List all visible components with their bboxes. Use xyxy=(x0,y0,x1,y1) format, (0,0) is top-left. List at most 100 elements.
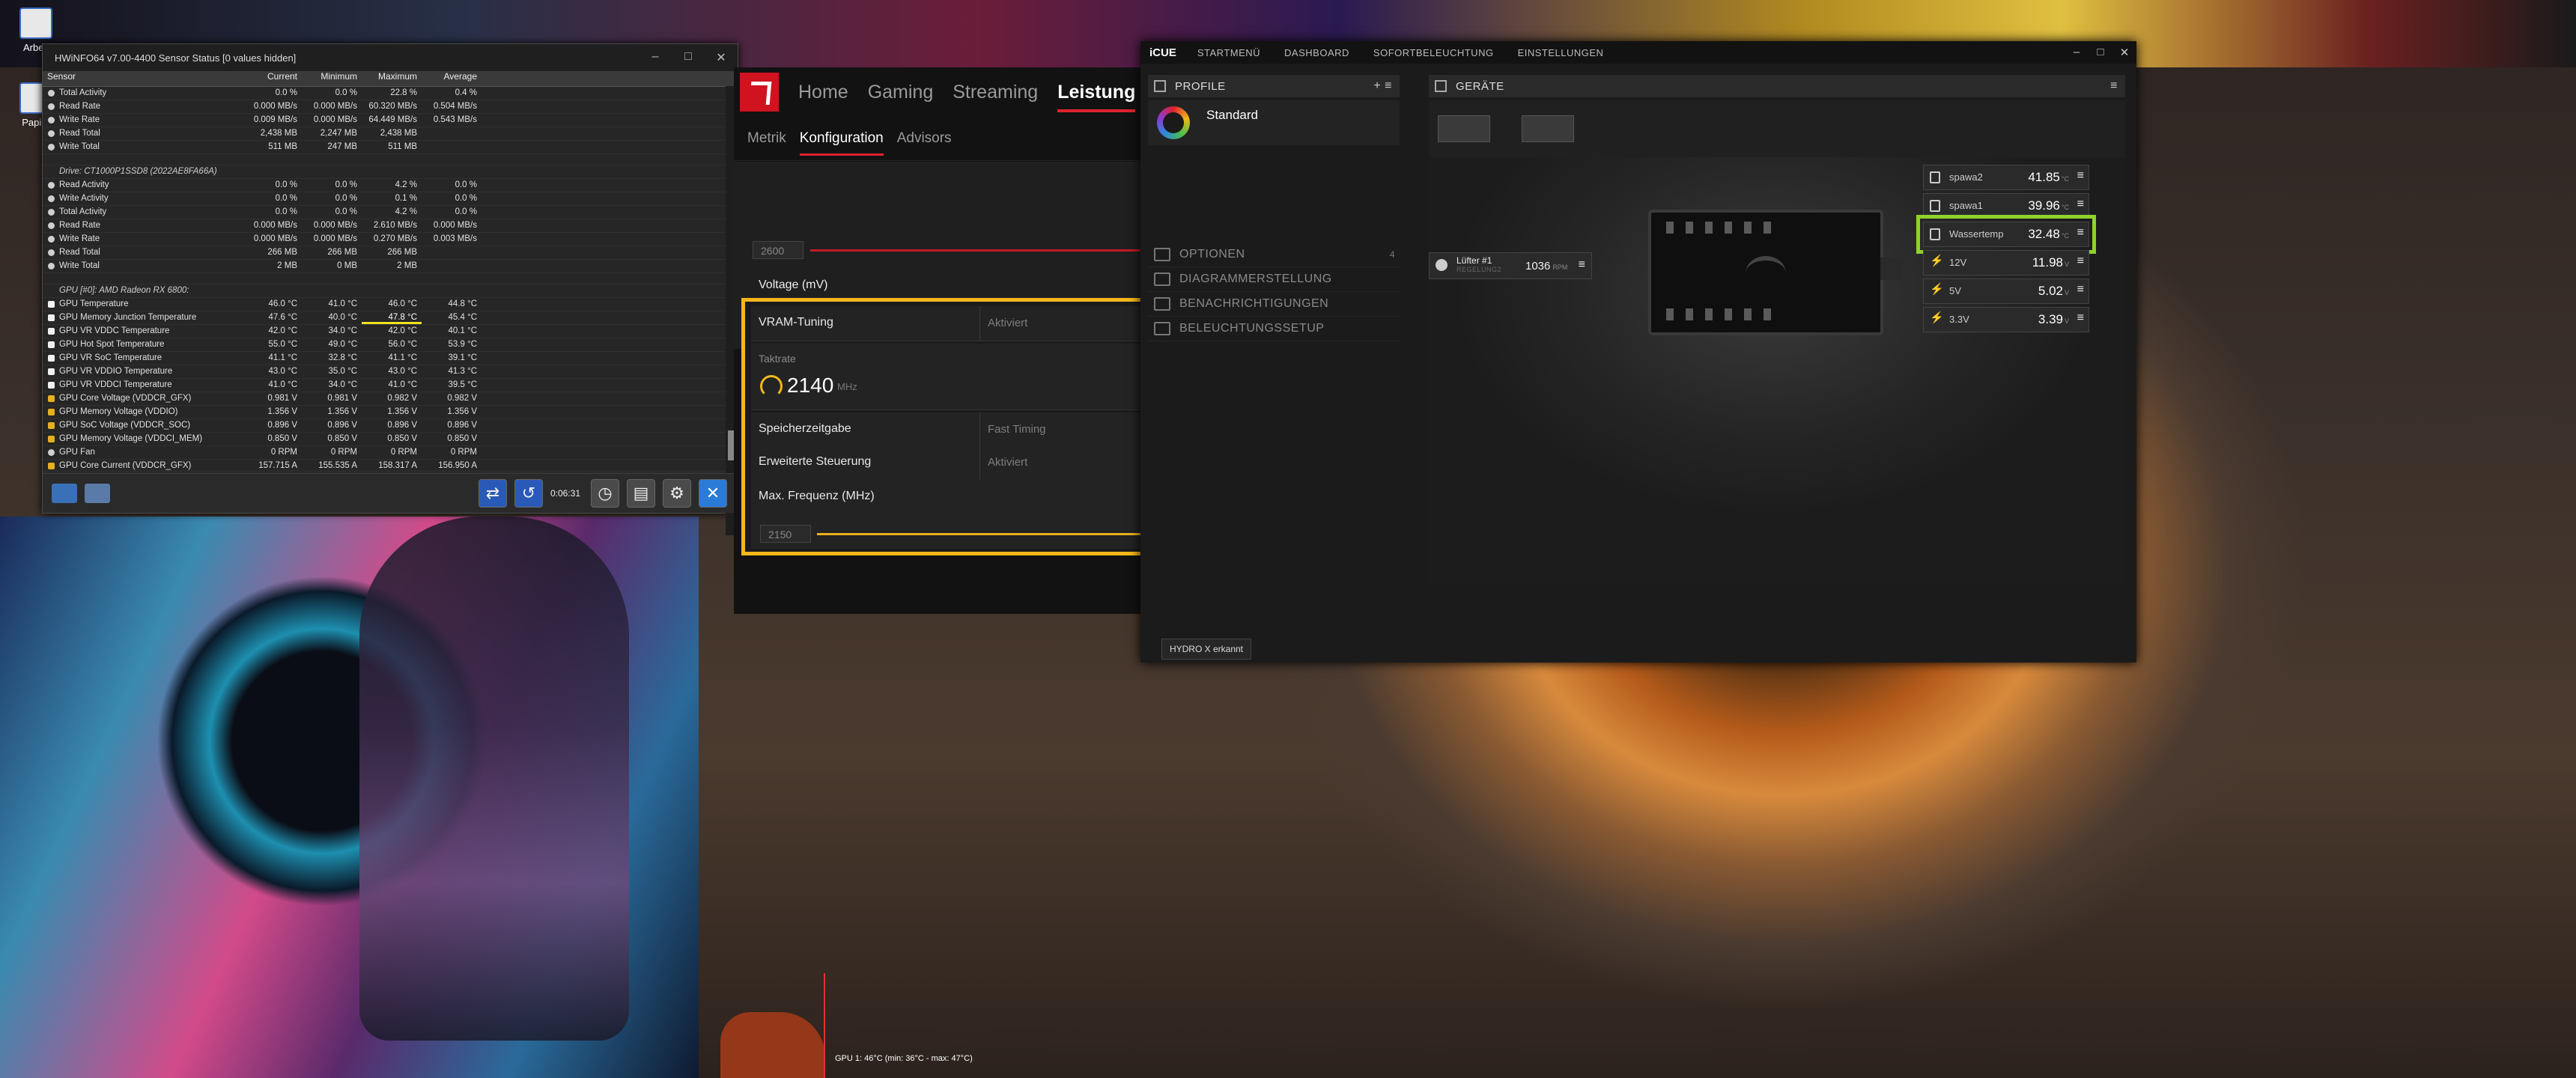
port-slot xyxy=(1705,308,1713,320)
table-row[interactable]: GPU Fan 0 RPM 0 RPM 0 RPM 0 RPM xyxy=(43,446,738,460)
sensor-widget[interactable]: ⚡ 3.3V 3.39 V ≡ xyxy=(1923,307,2089,332)
table-row[interactable]: GPU Memory Voltage (VDDCI_MEM) 0.850 V 0.8… xyxy=(43,433,738,446)
sensor-name: GPU Memory Voltage (VDDIO) xyxy=(43,406,242,418)
frequency-input[interactable]: 2600 xyxy=(753,241,804,259)
vram-tuning-status[interactable]: Aktiviert xyxy=(979,306,1027,341)
sensor-group-row[interactable]: Drive: CT1000P1SSD8 (2022AE8FA66A) xyxy=(43,165,738,179)
table-row[interactable]: Write Total 2 MB 0 MB 2 MB xyxy=(43,260,738,273)
device-tab-hub[interactable] xyxy=(1522,115,1574,142)
subtab-konfiguration[interactable]: Konfiguration xyxy=(799,130,884,156)
table-row[interactable]: Read Total 266 MB 266 MB 266 MB xyxy=(43,246,738,260)
subtab-metrik[interactable]: Metrik xyxy=(747,130,786,147)
scrollbar-thumb[interactable] xyxy=(728,430,734,460)
frequency-slider[interactable] xyxy=(810,249,1146,252)
minimize-icon[interactable]: – xyxy=(639,50,672,65)
menu-icon[interactable]: ≡ xyxy=(2110,79,2118,93)
clock-icon[interactable]: ◷ xyxy=(591,479,619,508)
vram-tuning-row[interactable]: VRAM-Tuning Aktiviert xyxy=(751,306,1140,341)
subtab-advisors[interactable]: Advisors xyxy=(897,130,952,147)
menu-startmenu[interactable]: STARTMENÜ xyxy=(1197,47,1260,58)
advanced-value[interactable]: Aktiviert xyxy=(979,445,1027,480)
table-row[interactable]: Write Total 511 MB 247 MB 511 MB xyxy=(43,141,738,154)
nav-left-right-icon[interactable] xyxy=(52,484,77,503)
close-icon[interactable]: ✕ xyxy=(699,479,727,508)
timing-value[interactable]: Fast Timing xyxy=(979,412,1046,447)
column-header[interactable]: Minimum xyxy=(302,71,362,86)
table-row[interactable]: Total Activity 0.0 % 0.0 % 4.2 % 0.0 % xyxy=(43,206,738,219)
column-header[interactable]: Sensor xyxy=(43,71,242,86)
menu-einstellungen[interactable]: EINSTELLUNGEN xyxy=(1518,47,1604,58)
column-header[interactable]: Maximum xyxy=(362,71,422,86)
maximize-icon[interactable]: □ xyxy=(672,50,705,65)
option-diagramm[interactable]: DIAGRAMMERSTELLUNG xyxy=(1148,267,1400,292)
sensor-widget[interactable]: spawa2 41.85 °C ≡ xyxy=(1923,165,2089,190)
menu-icon[interactable]: ≡ xyxy=(2077,169,2084,183)
sensor-widget[interactable]: Wassertemp 32.48 °C ≡ xyxy=(1916,215,2096,254)
reset-icon[interactable]: ↺ xyxy=(514,479,543,508)
log-icon[interactable]: ▤ xyxy=(627,479,655,508)
table-row[interactable]: GPU VR VDDCI Temperature 41.0 °C 34.0 °C 41… xyxy=(43,379,738,392)
sensor-group-row[interactable]: GPU [#0]: AMD Radeon RX 6800: xyxy=(43,284,738,298)
table-row[interactable]: GPU VR VDDIO Temperature 43.0 °C 35.0 °C 43… xyxy=(43,365,738,379)
settings-icon[interactable]: ⚙ xyxy=(663,479,691,508)
menu-icon[interactable]: ≡ xyxy=(2077,255,2084,268)
close-icon[interactable]: ✕ xyxy=(2112,46,2136,59)
option-beleuchtung[interactable]: BELEUCHTUNGSSETUP xyxy=(1148,317,1400,341)
sensor-dot-icon xyxy=(48,103,55,110)
sensor-widget[interactable]: ⚡ 12V 11.98 V ≡ xyxy=(1923,250,2089,275)
option-optionen[interactable]: OPTIONEN 4 xyxy=(1148,243,1400,267)
profile-name: Standard xyxy=(1206,108,1258,122)
maximize-icon[interactable]: □ xyxy=(2089,46,2112,59)
table-row[interactable]: GPU Temperature 46.0 °C 41.0 °C 46.0 °C 44.8… xyxy=(43,298,738,311)
table-row[interactable]: Write Activity 0.0 % 0.0 % 0.1 % 0.0 % xyxy=(43,192,738,206)
tab-streaming[interactable]: Streaming xyxy=(953,82,1038,103)
option-benachrichtigungen[interactable]: BENACHRICHTIGUNGEN xyxy=(1148,292,1400,317)
table-row[interactable]: GPU VR VDDC Temperature 42.0 °C 34.0 °C 42.… xyxy=(43,325,738,338)
table-row[interactable]: Write Rate 0.000 MB/s 0.000 MB/s 0.270 MB/s… xyxy=(43,233,738,246)
menu-icon[interactable]: ≡ xyxy=(2077,226,2084,240)
menu-icon[interactable]: ≡ xyxy=(1579,258,1585,272)
menu-sofortbeleuchtung[interactable]: SOFORTBELEUCHTUNG xyxy=(1373,47,1494,58)
table-row[interactable]: Write Rate 0.009 MB/s 0.000 MB/s 64.449 MB/… xyxy=(43,114,738,127)
table-row[interactable]: GPU Hot Spot Temperature 55.0 °C 49.0 °C 56… xyxy=(43,338,738,352)
table-row[interactable]: GPU Memory Voltage (VDDIO) 1.356 V 1.356 V… xyxy=(43,406,738,419)
average-value: 45.4 °C xyxy=(448,313,477,322)
device-tab-commander[interactable] xyxy=(1438,115,1490,142)
fan-widget[interactable]: Lüfter #1 REGELUNG2 1036 RPM ≡ xyxy=(1429,252,1592,279)
tab-home[interactable]: Home xyxy=(798,82,848,103)
table-row[interactable]: Read Activity 0.0 % 0.0 % 4.2 % 0.0 % xyxy=(43,179,738,192)
minimize-icon[interactable]: – xyxy=(2065,46,2089,59)
table-row[interactable]: Read Total 2,438 MB 2,247 MB 2,438 MB xyxy=(43,127,738,141)
sensor-widget[interactable]: ⚡ 5V 5.02 V ≡ xyxy=(1923,278,2089,304)
network-icon[interactable]: ⇄ xyxy=(478,479,507,508)
table-row[interactable]: GPU SoC Voltage (VDDCR_SOC) 0.896 V 0.896 … xyxy=(43,419,738,433)
amd-logo-icon[interactable] xyxy=(740,73,779,112)
menu-dashboard[interactable]: DASHBOARD xyxy=(1284,47,1349,58)
table-row[interactable]: GPU Core Current (VDDCR_GFX) 157.715 A 155… xyxy=(43,460,738,470)
table-row[interactable]: Read Rate 0.000 MB/s 0.000 MB/s 2.610 MB/s 0… xyxy=(43,219,738,233)
menu-icon[interactable]: ≡ xyxy=(2077,311,2084,325)
close-icon[interactable]: ✕ xyxy=(705,50,738,65)
tab-leistung[interactable]: Leistung xyxy=(1057,82,1136,112)
column-header[interactable]: Average xyxy=(422,71,482,86)
table-row[interactable]: Read Rate 0.000 MB/s 0.000 MB/s 60.320 MB/s… xyxy=(43,100,738,114)
menu-icon[interactable]: ≡ xyxy=(2077,198,2084,211)
table-row[interactable]: Total Activity 0.0 % 0.0 % 22.8 % 0.4 % xyxy=(43,87,738,100)
sensor-widget[interactable]: spawa1 39.96 °C ≡ xyxy=(1923,193,2089,219)
column-header[interactable]: Current xyxy=(242,71,302,86)
add-menu-icon[interactable]: + ≡ xyxy=(1373,79,1392,93)
table-row[interactable]: GPU Core Voltage (VDDCR_GFX) 0.981 V 0.981… xyxy=(43,392,738,406)
table-row[interactable]: GPU Memory Junction Temperature 47.6 °C 40… xyxy=(43,311,738,325)
advanced-row[interactable]: Erweiterte Steuerung Aktiviert xyxy=(751,445,1140,481)
maximum-value: 0.1 % xyxy=(395,194,417,203)
tab-gaming[interactable]: Gaming xyxy=(868,82,934,103)
menu-icon[interactable]: ≡ xyxy=(2077,283,2084,296)
hwinfo-titlebar[interactable]: HWiNFO64 v7.00-4400 Sensor Status [0 val… xyxy=(43,44,738,71)
nav-expand-icon[interactable] xyxy=(85,484,110,503)
average-value: 0.003 MB/s xyxy=(433,234,477,243)
profile-item[interactable]: Standard xyxy=(1148,100,1400,145)
timing-row[interactable]: Speicherzeitgabe Fast Timing xyxy=(751,412,1140,448)
maxfreq-input[interactable]: 2150 xyxy=(760,525,811,543)
table-row[interactable]: GPU VR SoC Temperature 41.1 °C 32.8 °C 41.1… xyxy=(43,352,738,365)
maxfreq-slider[interactable] xyxy=(817,533,1145,535)
